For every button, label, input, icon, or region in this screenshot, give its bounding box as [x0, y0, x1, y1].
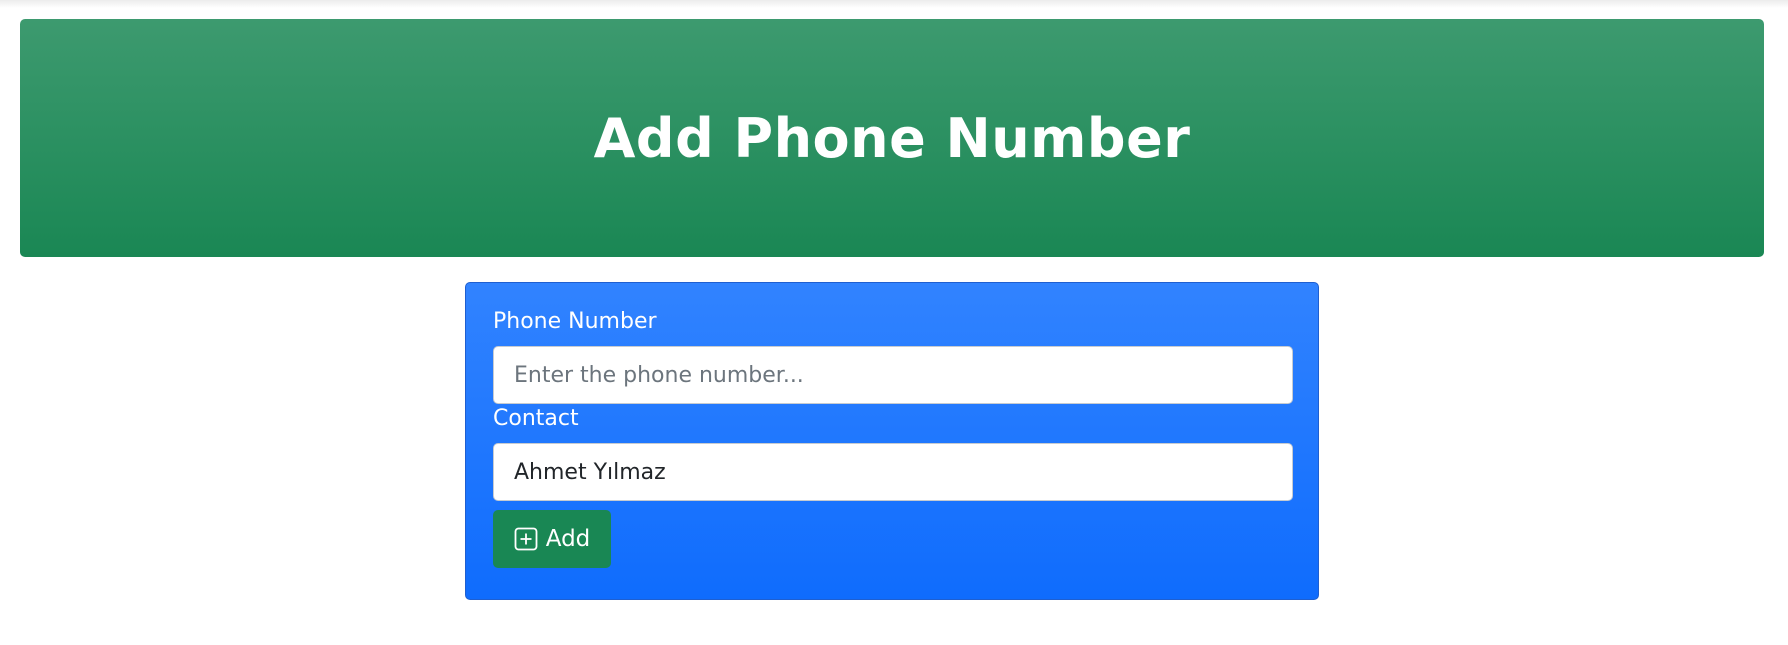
phone-number-label: Phone Number — [493, 309, 657, 334]
page-header: Add Phone Number — [20, 19, 1764, 257]
contact-label: Contact — [493, 406, 579, 431]
add-phone-form: Phone Number Contact Add — [465, 282, 1319, 600]
phone-number-input[interactable] — [493, 346, 1293, 404]
contact-input[interactable] — [493, 443, 1293, 501]
add-button-label: Add — [545, 526, 591, 552]
add-button[interactable]: Add — [493, 510, 611, 568]
top-shadow — [0, 0, 1788, 8]
page-title: Add Phone Number — [593, 106, 1191, 170]
plus-square-icon — [514, 527, 538, 551]
